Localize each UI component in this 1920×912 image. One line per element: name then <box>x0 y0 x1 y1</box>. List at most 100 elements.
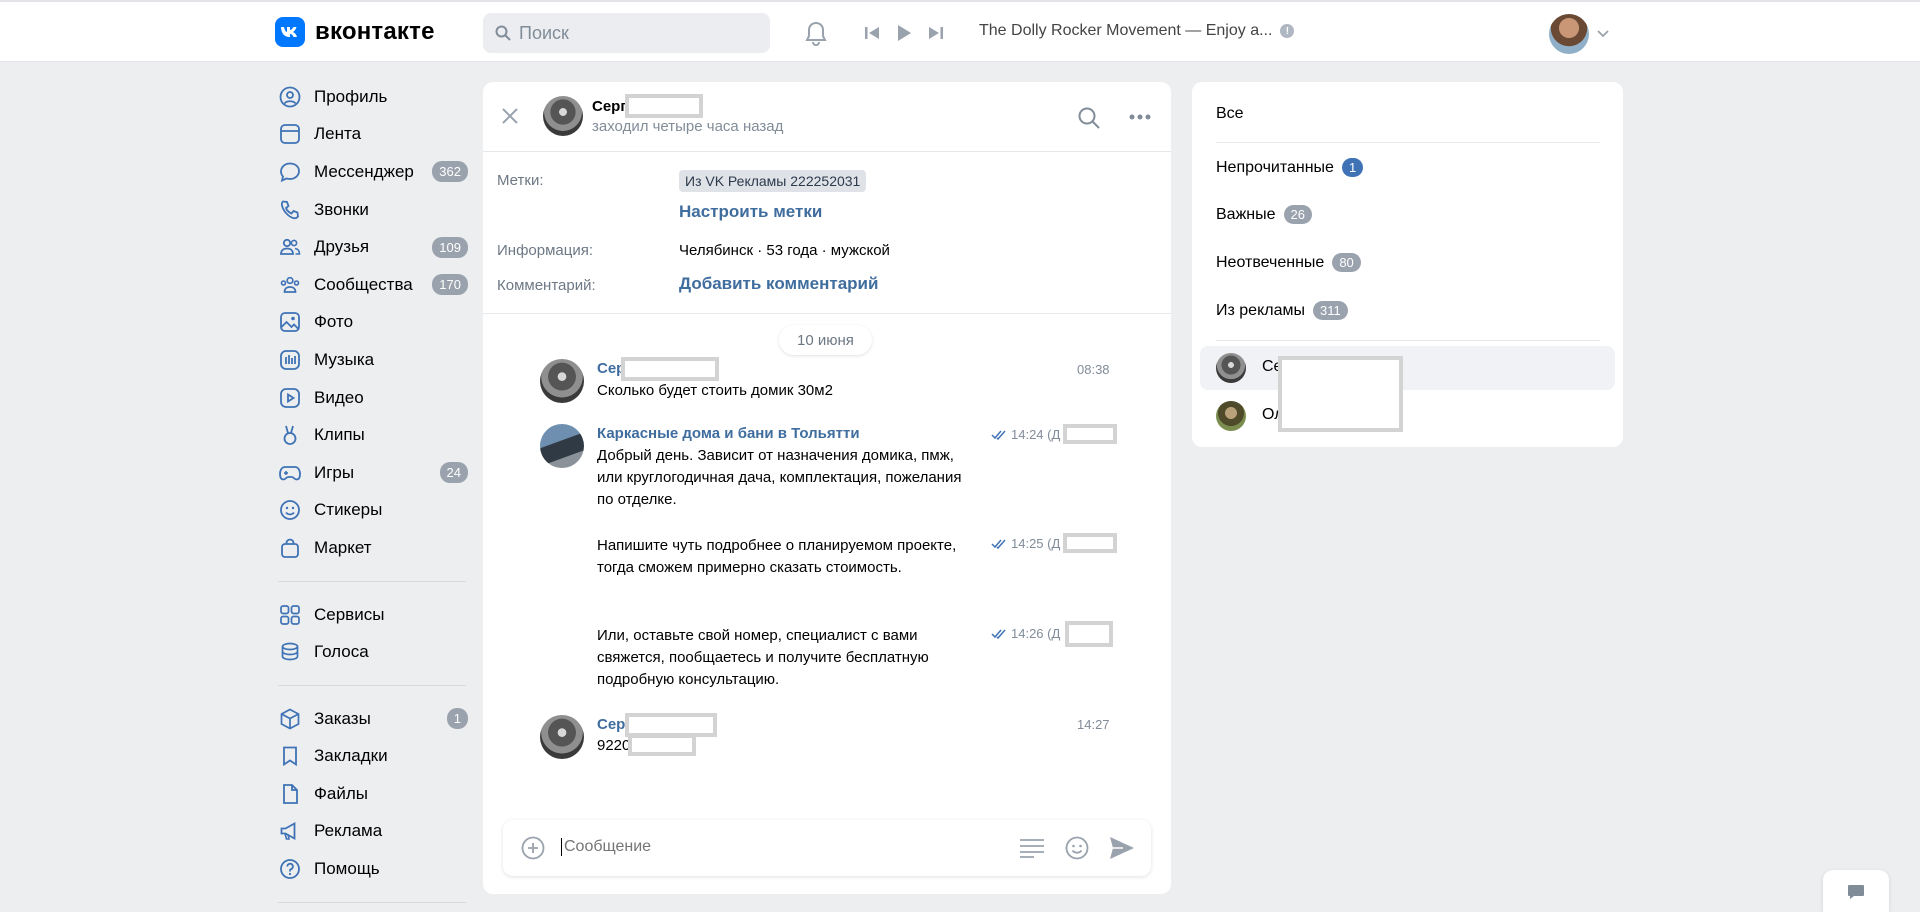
track-title: The Dolly Rocker Movement — Enjoy a... <box>979 22 1273 39</box>
search-icon <box>495 25 511 41</box>
chat-list-item[interactable]: Се <box>1200 346 1615 390</box>
games-icon <box>278 461 302 485</box>
sidebar-item-label: Звонки <box>314 199 369 219</box>
ad-label-tag[interactable]: Из VK Рекламы 222252031 <box>679 170 867 192</box>
message-time: 14:27 <box>1077 717 1110 732</box>
communities-count-badge: 170 <box>432 274 468 296</box>
sidebar-item-clips[interactable]: Клипы <box>278 416 468 454</box>
message-time: 14:24 (Д <box>1011 427 1061 442</box>
sidebar-item-video[interactable]: Видео <box>278 379 468 417</box>
friends-icon <box>278 235 302 259</box>
sidebar-item-stickers[interactable]: Стикеры <box>278 492 468 530</box>
photo-icon <box>278 310 302 334</box>
sidebar-item-ads[interactable]: Реклама <box>278 813 468 851</box>
sidebar-item-friends[interactable]: Друзья 109 <box>278 228 468 266</box>
message-composer <box>503 820 1151 876</box>
vk-logo[interactable]: вконтакте <box>275 17 435 47</box>
sidebar-item-orders[interactable]: Заказы 1 <box>278 700 468 738</box>
filter-unread[interactable]: Непрочитанные 1 <box>1216 158 1364 177</box>
sidebar-item-label: Мессенджер <box>314 161 414 181</box>
redaction-box <box>1063 424 1117 444</box>
template-icon[interactable] <box>1019 838 1045 858</box>
add-comment-link[interactable]: Добавить комментарий <box>679 274 878 294</box>
next-track-icon[interactable] <box>928 25 944 41</box>
services-icon <box>278 603 302 627</box>
comment-key: Комментарий: <box>497 277 596 294</box>
filter-label: Из рекламы <box>1216 301 1305 319</box>
sidebar-item-label: Музыка <box>314 349 375 369</box>
close-icon[interactable] <box>501 107 519 125</box>
message-avatar[interactable] <box>540 715 584 759</box>
play-icon[interactable] <box>896 24 912 42</box>
user-avatar[interactable] <box>1549 14 1589 54</box>
composer-actions <box>1019 836 1135 860</box>
send-icon[interactable] <box>1109 836 1135 860</box>
sidebar-item-market[interactable]: Маркет <box>278 529 468 567</box>
notifications-bell-icon[interactable] <box>804 21 828 47</box>
redaction-box <box>1063 533 1117 553</box>
phone-icon <box>278 198 302 222</box>
sidebar-item-label: Видео <box>314 387 364 407</box>
sidebar-item-label: Маркет <box>314 537 372 557</box>
search-input[interactable]: Поиск <box>483 13 770 53</box>
message-avatar[interactable] <box>540 424 584 468</box>
communities-icon <box>278 273 302 297</box>
redaction-box <box>625 94 703 118</box>
sidebar-item-music[interactable]: Музыка <box>278 341 468 379</box>
chat-list-item[interactable]: Ол <box>1200 394 1615 438</box>
message-text: Сколько будет стоить домик 30м2 <box>597 382 833 399</box>
message-author[interactable]: Каркасные дома и бани в Тольятти <box>597 425 860 442</box>
attach-plus-icon[interactable] <box>521 836 545 860</box>
filter-important[interactable]: Важные 26 <box>1216 205 1312 224</box>
sidebar-item-help[interactable]: Помощь <box>278 850 468 888</box>
music-icon <box>278 348 302 372</box>
chat-panel: Серг заходил четыре часа назад Метки: Из… <box>483 82 1171 894</box>
chat-avatar[interactable] <box>543 96 583 136</box>
filter-all[interactable]: Все <box>1216 105 1244 123</box>
filter-unanswered[interactable]: Неотвеченные 80 <box>1216 253 1361 272</box>
sidebar-divider <box>278 684 466 686</box>
sidebar-item-label: Игры <box>314 462 355 482</box>
sidebar-item-label: Закладки <box>314 746 388 766</box>
search-icon[interactable] <box>1077 106 1101 130</box>
emoji-icon[interactable] <box>1065 836 1089 860</box>
from-ads-count-badge: 311 <box>1313 301 1348 320</box>
current-track[interactable]: The Dolly Rocker Movement — Enjoy a... ! <box>979 22 1295 40</box>
sidebar-item-label: Заказы <box>314 708 371 728</box>
track-info-icon[interactable]: ! <box>1280 24 1295 38</box>
chat-contact-name[interactable]: Серг <box>592 98 627 115</box>
message-status: 14:26 (Д <box>991 626 1060 641</box>
sidebar-item-label: Сервисы <box>314 604 385 624</box>
sidebar-item-calls[interactable]: Звонки <box>278 191 468 229</box>
message-time: 08:38 <box>1077 362 1110 377</box>
left-navigation: Профиль Лента Мессенджер 362 Звонки Друз… <box>278 78 468 912</box>
sidebar-item-services[interactable]: Сервисы <box>278 596 468 634</box>
sidebar-item-label: Лента <box>314 124 362 144</box>
important-count-badge: 26 <box>1283 205 1312 224</box>
labels-key: Метки: <box>497 172 544 189</box>
filter-divider <box>1216 142 1600 143</box>
filter-from-ads[interactable]: Из рекламы 311 <box>1216 301 1348 320</box>
votes-icon <box>278 640 302 664</box>
sidebar-item-communities[interactable]: Сообщества 170 <box>278 266 468 304</box>
sidebar-item-bookmarks[interactable]: Закладки <box>278 738 468 776</box>
message-input[interactable] <box>561 838 1001 856</box>
sidebar-item-games[interactable]: Игры 24 <box>278 454 468 492</box>
sidebar-item-profile[interactable]: Профиль <box>278 78 468 116</box>
chat-contact-status: заходил четыре часа назад <box>592 118 784 135</box>
sidebar-item-feed[interactable]: Лента <box>278 116 468 154</box>
chevron-down-icon[interactable] <box>1597 30 1609 38</box>
sidebar-item-messenger[interactable]: Мессенджер 362 <box>278 153 468 191</box>
floating-chat-button[interactable] <box>1823 870 1889 912</box>
more-icon[interactable] <box>1129 114 1151 120</box>
sidebar-item-votes[interactable]: Голоса <box>278 633 468 671</box>
filter-label: Все <box>1216 105 1244 122</box>
sidebar-item-files[interactable]: Файлы <box>278 775 468 813</box>
feed-icon <box>278 122 302 146</box>
games-count-badge: 24 <box>439 462 468 484</box>
configure-labels-link[interactable]: Настроить метки <box>679 202 822 222</box>
sidebar-item-label: Голоса <box>314 642 369 662</box>
sidebar-item-photo[interactable]: Фото <box>278 304 468 342</box>
message-avatar[interactable] <box>540 359 584 403</box>
previous-track-icon[interactable] <box>864 25 880 41</box>
